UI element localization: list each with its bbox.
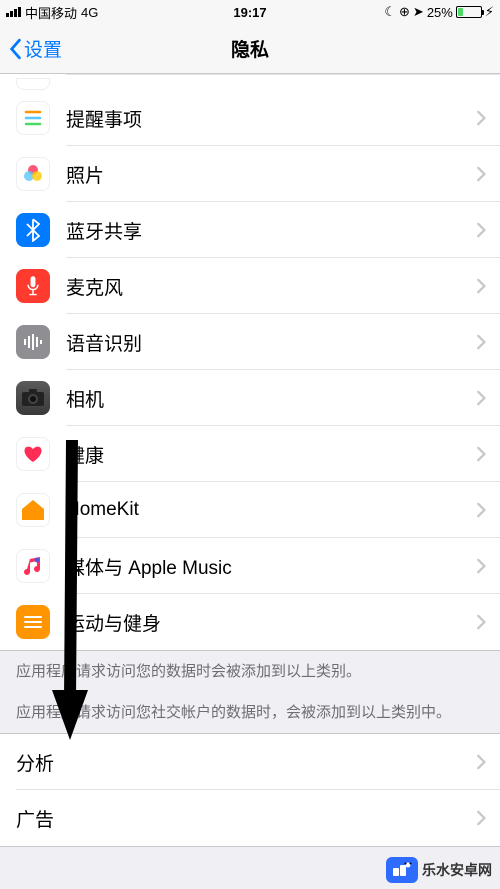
row-label: HomeKit	[66, 499, 476, 521]
speech-icon	[16, 325, 50, 359]
row-camera[interactable]: 相机	[0, 370, 500, 426]
chevron-right-icon	[476, 446, 486, 462]
motion-icon	[16, 605, 50, 639]
status-right: ☾ ⊕ ➤ 25% ⚡︎	[250, 4, 494, 20]
homekit-icon	[16, 493, 50, 527]
row-calendar-partial[interactable]	[0, 74, 500, 90]
row-speech[interactable]: 语音识别	[0, 314, 500, 370]
row-label: 语音识别	[66, 329, 476, 356]
row-label: 蓝牙共享	[66, 217, 476, 244]
reminders-icon	[16, 101, 50, 135]
back-label: 设置	[24, 35, 62, 62]
row-label: 健康	[66, 441, 476, 468]
signal-icon	[6, 7, 21, 17]
chevron-right-icon	[476, 334, 486, 350]
row-label: 运动与健身	[66, 609, 476, 636]
row-photos[interactable]: 照片	[0, 146, 500, 202]
row-label: 提醒事项	[66, 105, 476, 132]
nav-bar: 设置 隐私	[0, 24, 500, 74]
row-motion[interactable]: 运动与健身	[0, 594, 500, 650]
status-left: 中国移动 4G	[6, 3, 250, 22]
row-microphone[interactable]: 麦克风	[0, 258, 500, 314]
row-label: 照片	[66, 161, 476, 188]
row-label: 广告	[16, 805, 476, 832]
photos-icon	[16, 157, 50, 191]
status-bar: 中国移动 4G 19:17 ☾ ⊕ ➤ 25% ⚡︎	[0, 0, 500, 24]
lock-rotation-icon: ⊕	[399, 4, 410, 20]
chevron-right-icon	[476, 614, 486, 630]
chevron-right-icon	[476, 754, 486, 770]
network-label: 4G	[81, 5, 98, 20]
row-advertising[interactable]: 广告	[0, 790, 500, 846]
row-bluetooth[interactable]: 蓝牙共享	[0, 202, 500, 258]
status-time: 19:17	[233, 5, 266, 20]
watermark-icon	[386, 857, 418, 883]
row-reminders[interactable]: 提醒事项	[0, 90, 500, 146]
privacy-section: 提醒事项 照片 蓝牙共享 麦克风	[0, 74, 500, 651]
location-icon: ➤	[413, 4, 424, 20]
chevron-right-icon	[476, 558, 486, 574]
health-icon	[16, 437, 50, 471]
row-analytics[interactable]: 分析	[0, 734, 500, 790]
media-icon	[16, 549, 50, 583]
content-scroll[interactable]: 提醒事项 照片 蓝牙共享 麦克风	[0, 74, 500, 889]
footer-text-1: 应用程序请求访问您的数据时会被添加到以上类别。	[0, 651, 500, 692]
chevron-right-icon	[476, 810, 486, 826]
row-health[interactable]: 健康	[0, 426, 500, 482]
charging-icon: ⚡︎	[485, 4, 494, 20]
watermark: 乐水安卓网	[386, 857, 492, 883]
row-homekit[interactable]: HomeKit	[0, 482, 500, 538]
camera-icon	[16, 381, 50, 415]
row-label: 相机	[66, 385, 476, 412]
battery-pct: 25%	[427, 5, 453, 20]
chevron-right-icon	[476, 278, 486, 294]
chevron-right-icon	[476, 166, 486, 182]
microphone-icon	[16, 269, 50, 303]
chevron-right-icon	[476, 390, 486, 406]
row-label: 麦克风	[66, 273, 476, 300]
row-label: 媒体与 Apple Music	[66, 553, 476, 580]
chevron-right-icon	[476, 110, 486, 126]
bluetooth-icon	[16, 213, 50, 247]
footer-text-2: 应用程序请求访问您社交帐户的数据时，会被添加到以上类别中。	[0, 692, 500, 733]
page-title: 隐私	[231, 35, 269, 62]
chevron-right-icon	[476, 222, 486, 238]
carrier-label: 中国移动	[25, 3, 77, 22]
analytics-section: 分析 广告	[0, 733, 500, 847]
chevron-left-icon	[8, 38, 22, 60]
watermark-text: 乐水安卓网	[422, 860, 492, 880]
row-label: 分析	[16, 749, 476, 776]
back-button[interactable]: 设置	[8, 35, 62, 62]
battery-icon	[456, 6, 482, 18]
moon-icon: ☾	[384, 4, 396, 20]
chevron-right-icon	[476, 502, 486, 518]
row-media[interactable]: 媒体与 Apple Music	[0, 538, 500, 594]
